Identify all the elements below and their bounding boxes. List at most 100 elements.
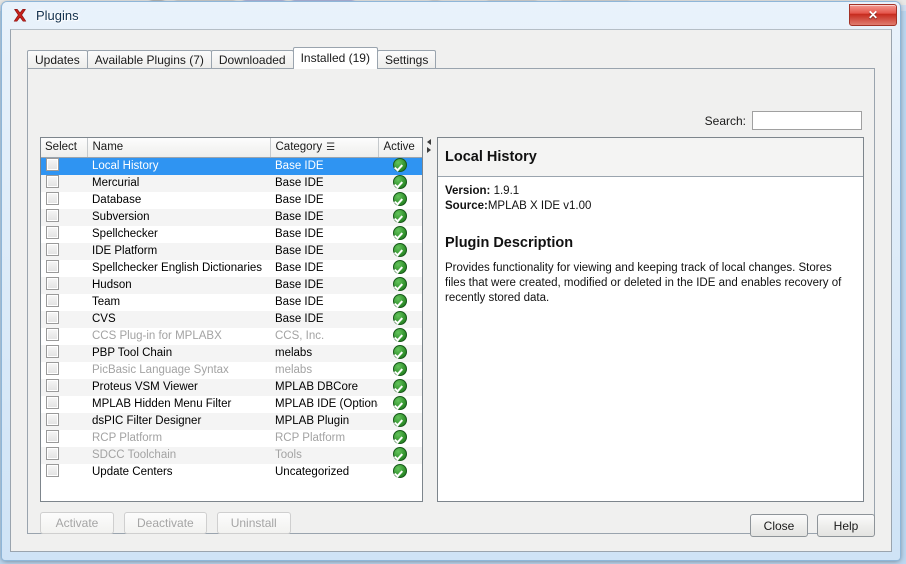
plugin-source-line: Source:MPLAB X IDE v1.00 bbox=[445, 199, 855, 214]
row-select-cell[interactable] bbox=[41, 413, 87, 430]
row-select-cell[interactable] bbox=[41, 192, 87, 209]
row-select-cell[interactable] bbox=[41, 379, 87, 396]
table-row[interactable]: PicBasic Language Syntaxmelabs bbox=[41, 362, 422, 379]
column-header-category-label: Category bbox=[276, 141, 323, 153]
row-select-cell[interactable] bbox=[41, 243, 87, 260]
tab-installed[interactable]: Installed (19) bbox=[293, 47, 378, 69]
active-check-icon bbox=[393, 277, 407, 291]
row-checkbox[interactable] bbox=[46, 413, 59, 426]
close-window-button[interactable]: ✕ bbox=[849, 4, 897, 26]
table-row[interactable]: CVSBase IDE bbox=[41, 311, 422, 328]
row-checkbox[interactable] bbox=[46, 277, 59, 290]
table-row[interactable]: SubversionBase IDE bbox=[41, 209, 422, 226]
row-select-cell[interactable] bbox=[41, 226, 87, 243]
deactivate-button[interactable]: Deactivate bbox=[124, 512, 207, 534]
close-button[interactable]: Close bbox=[750, 514, 808, 537]
row-checkbox[interactable] bbox=[46, 226, 59, 239]
row-checkbox[interactable] bbox=[46, 311, 59, 324]
row-active-cell bbox=[378, 345, 422, 362]
activate-button[interactable]: Activate bbox=[40, 512, 114, 534]
table-row[interactable]: Local HistoryBase IDE bbox=[41, 157, 422, 175]
plugin-detail-panel: Local History Version: 1.9.1 Source:MPLA… bbox=[437, 137, 864, 502]
row-checkbox[interactable] bbox=[46, 209, 59, 222]
row-select-cell[interactable] bbox=[41, 294, 87, 311]
row-select-cell[interactable] bbox=[41, 311, 87, 328]
row-select-cell[interactable] bbox=[41, 464, 87, 481]
row-active-cell bbox=[378, 226, 422, 243]
row-checkbox[interactable] bbox=[46, 243, 59, 256]
table-row[interactable]: HudsonBase IDE bbox=[41, 277, 422, 294]
row-select-cell[interactable] bbox=[41, 209, 87, 226]
search-input[interactable] bbox=[752, 111, 862, 130]
table-row[interactable]: Spellchecker English DictionariesBase ID… bbox=[41, 260, 422, 277]
row-checkbox[interactable] bbox=[46, 396, 59, 409]
row-active-cell bbox=[378, 192, 422, 209]
row-select-cell[interactable] bbox=[41, 396, 87, 413]
column-header-active[interactable]: Active bbox=[378, 138, 422, 157]
active-check-icon bbox=[393, 447, 407, 461]
table-row[interactable]: MPLAB Hidden Menu FilterMPLAB IDE (Optio… bbox=[41, 396, 422, 413]
row-active-cell bbox=[378, 362, 422, 379]
table-row[interactable]: DatabaseBase IDE bbox=[41, 192, 422, 209]
row-checkbox[interactable] bbox=[46, 447, 59, 460]
table-row[interactable]: dsPIC Filter DesignerMPLAB Plugin bbox=[41, 413, 422, 430]
table-row[interactable]: RCP PlatformRCP Platform bbox=[41, 430, 422, 447]
row-select-cell[interactable] bbox=[41, 345, 87, 362]
tab-settings[interactable]: Settings bbox=[377, 50, 436, 69]
table-row[interactable]: CCS Plug-in for MPLABXCCS, Inc. bbox=[41, 328, 422, 345]
row-name-cell: CVS bbox=[87, 311, 270, 328]
row-select-cell[interactable] bbox=[41, 157, 87, 175]
uninstall-button[interactable]: Uninstall bbox=[217, 512, 291, 534]
row-category-cell: Base IDE bbox=[270, 192, 378, 209]
split-pane-divider[interactable] bbox=[426, 137, 435, 502]
row-select-cell[interactable] bbox=[41, 175, 87, 192]
row-category-cell: Base IDE bbox=[270, 277, 378, 294]
row-category-cell: Base IDE bbox=[270, 209, 378, 226]
row-select-cell[interactable] bbox=[41, 430, 87, 447]
column-header-category[interactable]: Category☰ bbox=[270, 138, 378, 157]
table-row[interactable]: PBP Tool Chainmelabs bbox=[41, 345, 422, 362]
plugin-detail-body: Version: 1.9.1 Source:MPLAB X IDE v1.00 … bbox=[438, 177, 863, 306]
help-button[interactable]: Help bbox=[817, 514, 875, 537]
table-row[interactable]: MercurialBase IDE bbox=[41, 175, 422, 192]
row-checkbox[interactable] bbox=[46, 430, 59, 443]
table-row[interactable]: Update CentersUncategorized bbox=[41, 464, 422, 481]
tab-updates[interactable]: Updates bbox=[27, 50, 88, 69]
table-row[interactable]: SpellcheckerBase IDE bbox=[41, 226, 422, 243]
table-row[interactable]: Proteus VSM ViewerMPLAB DBCore bbox=[41, 379, 422, 396]
row-select-cell[interactable] bbox=[41, 447, 87, 464]
row-select-cell[interactable] bbox=[41, 328, 87, 345]
row-select-cell[interactable] bbox=[41, 277, 87, 294]
row-select-cell[interactable] bbox=[41, 362, 87, 379]
tab-downloaded[interactable]: Downloaded bbox=[211, 50, 294, 69]
column-header-select[interactable]: Select bbox=[41, 138, 87, 157]
row-checkbox[interactable] bbox=[46, 192, 59, 205]
row-checkbox[interactable] bbox=[46, 362, 59, 375]
row-checkbox[interactable] bbox=[46, 345, 59, 358]
row-active-cell bbox=[378, 447, 422, 464]
tab-available-plugins[interactable]: Available Plugins (7) bbox=[87, 50, 212, 69]
row-checkbox[interactable] bbox=[46, 464, 59, 477]
row-active-cell bbox=[378, 413, 422, 430]
active-check-icon bbox=[393, 226, 407, 240]
collapse-left-icon[interactable] bbox=[427, 139, 431, 145]
row-checkbox[interactable] bbox=[46, 158, 59, 171]
plugins-table-container[interactable]: Select Name Category☰ Active Local Histo… bbox=[40, 137, 423, 502]
row-checkbox[interactable] bbox=[46, 328, 59, 341]
collapse-right-icon[interactable] bbox=[427, 147, 431, 153]
divider-arrows[interactable] bbox=[427, 139, 431, 153]
plugin-source-label: Source: bbox=[445, 200, 488, 212]
table-row[interactable]: IDE PlatformBase IDE bbox=[41, 243, 422, 260]
table-row[interactable]: TeamBase IDE bbox=[41, 294, 422, 311]
row-category-cell: Base IDE bbox=[270, 243, 378, 260]
table-row[interactable]: SDCC ToolchainTools bbox=[41, 447, 422, 464]
plugin-version-label: Version: bbox=[445, 185, 490, 197]
row-checkbox[interactable] bbox=[46, 294, 59, 307]
plugins-table-body: Local HistoryBase IDEMercurialBase IDEDa… bbox=[41, 157, 422, 481]
column-header-name[interactable]: Name bbox=[87, 138, 270, 157]
row-checkbox[interactable] bbox=[46, 175, 59, 188]
row-checkbox[interactable] bbox=[46, 379, 59, 392]
row-checkbox[interactable] bbox=[46, 260, 59, 273]
row-active-cell bbox=[378, 379, 422, 396]
row-select-cell[interactable] bbox=[41, 260, 87, 277]
